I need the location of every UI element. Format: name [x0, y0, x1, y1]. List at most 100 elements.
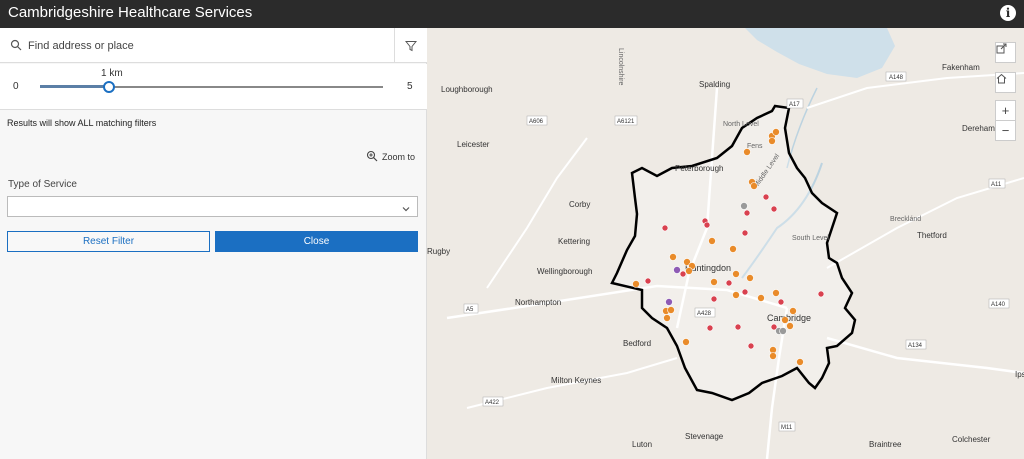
road-shield-label: A11	[991, 182, 1002, 188]
basemap: Loughborough Spalding Fakenham Leicester…	[427, 28, 1024, 459]
facility-point[interactable]	[817, 290, 825, 298]
facility-point[interactable]	[741, 229, 749, 237]
facility-point[interactable]	[796, 358, 804, 366]
facility-point[interactable]	[770, 205, 778, 213]
info-icon[interactable]: i	[1000, 5, 1016, 21]
facility-point[interactable]	[732, 270, 740, 278]
facility-point[interactable]	[665, 298, 673, 306]
facility-point[interactable]	[772, 289, 780, 297]
facility-point[interactable]	[644, 277, 652, 285]
place-label: Wellingborough	[537, 267, 592, 276]
facility-point[interactable]	[708, 237, 716, 245]
place-label: Loughborough	[441, 85, 493, 94]
facility-point[interactable]	[743, 209, 751, 217]
facility-point[interactable]	[772, 128, 780, 136]
facility-point[interactable]	[682, 338, 690, 346]
results-note: Results will show ALL matching filters	[7, 118, 157, 128]
facility-point[interactable]	[685, 267, 693, 275]
facility-point[interactable]	[710, 278, 718, 286]
facility-point[interactable]	[768, 137, 776, 145]
facility-point[interactable]	[732, 291, 740, 299]
road-shield-label: A5	[466, 307, 474, 313]
app-title: Cambridgeshire Healthcare Services	[8, 4, 253, 21]
zoom-out-button[interactable]: −	[995, 120, 1016, 141]
slider-thumb[interactable]	[102, 81, 115, 93]
distance-slider[interactable]: 0 1 km 5	[0, 64, 427, 110]
share-icon[interactable]	[995, 42, 1016, 63]
facility-point[interactable]	[743, 148, 751, 156]
facility-point[interactable]	[703, 221, 711, 229]
place-label: Leicester	[457, 140, 490, 149]
road-shield-label: A6121	[617, 119, 635, 125]
facility-point[interactable]	[706, 324, 714, 332]
place-label: Colchester	[952, 435, 991, 444]
place-label: Peterborough	[675, 164, 723, 173]
facility-point[interactable]	[667, 306, 675, 314]
facility-point[interactable]	[747, 342, 755, 350]
place-label: Rugby	[427, 247, 450, 256]
facility-point[interactable]	[750, 182, 758, 190]
place-label: Braintree	[869, 440, 902, 449]
facility-point[interactable]	[741, 288, 749, 296]
place-label: South Level	[792, 235, 829, 242]
slider-value-label: 1 km	[101, 68, 123, 79]
facility-point[interactable]	[746, 274, 754, 282]
zoom-to-button[interactable]: Zoom to	[366, 150, 415, 164]
app-header: Cambridgeshire Healthcare Services i	[0, 0, 1024, 28]
facility-point[interactable]	[632, 280, 640, 288]
facility-point[interactable]	[740, 202, 748, 210]
road-shield-label: A428	[697, 311, 712, 317]
place-label: Dereham	[962, 124, 995, 133]
zoom-in-button[interactable]: +	[995, 100, 1016, 121]
close-button[interactable]: Close	[215, 231, 418, 252]
reset-filter-button[interactable]: Reset Filter	[7, 231, 210, 252]
road-shield-label: A606	[529, 119, 544, 125]
facility-point[interactable]	[669, 253, 677, 261]
road-shield-label: A140	[991, 302, 1006, 308]
facility-point[interactable]	[661, 224, 669, 232]
place-label: Ipsw	[1015, 370, 1024, 379]
place-label: Stevenage	[685, 432, 724, 441]
place-label: Bedford	[623, 339, 651, 348]
place-label: Northampton	[515, 298, 561, 307]
facility-point[interactable]	[663, 314, 671, 322]
facility-point[interactable]	[729, 245, 737, 253]
facility-point[interactable]	[734, 323, 742, 331]
road-shield-label: A148	[889, 75, 904, 81]
place-label: Thetford	[917, 231, 947, 240]
slider-min-label: 0	[13, 81, 19, 92]
facility-point[interactable]	[789, 307, 797, 315]
home-icon[interactable]	[995, 72, 1016, 93]
slider-max-label: 5	[407, 81, 413, 92]
place-label: Corby	[569, 200, 590, 209]
sea-area	[745, 28, 895, 78]
road	[806, 72, 1024, 109]
facility-point[interactable]	[769, 352, 777, 360]
place-label: Fakenham	[942, 63, 980, 72]
type-of-service-select[interactable]	[7, 196, 418, 217]
facility-point[interactable]	[779, 327, 787, 335]
facility-point[interactable]	[781, 316, 789, 324]
road-shield-label: M11	[781, 425, 793, 431]
facility-point[interactable]	[679, 270, 687, 278]
place-label: Spalding	[699, 80, 730, 89]
filter-icon[interactable]	[394, 28, 427, 63]
facility-point[interactable]	[725, 279, 733, 287]
search-input[interactable]	[28, 36, 388, 56]
map-view[interactable]: Loughborough Spalding Fakenham Leicester…	[427, 28, 1024, 459]
facility-point[interactable]	[710, 295, 718, 303]
search-bar	[0, 28, 427, 63]
zoom-to-label: Zoom to	[382, 152, 416, 162]
county-boundary	[610, 104, 857, 402]
facility-point[interactable]	[757, 294, 765, 302]
place-label: North Level	[723, 121, 759, 128]
facility-point[interactable]	[673, 266, 681, 274]
filter-panel: 0 1 km 5 Results will show ALL matching …	[0, 28, 427, 459]
road-shield-label: A17	[789, 102, 800, 108]
place-label: Cambridge	[767, 313, 811, 323]
type-of-service-label: Type of Service	[8, 179, 77, 190]
facility-point[interactable]	[762, 193, 770, 201]
place-label: Lincolnshire	[617, 48, 624, 85]
facility-point[interactable]	[777, 298, 785, 306]
facility-point[interactable]	[786, 322, 794, 330]
